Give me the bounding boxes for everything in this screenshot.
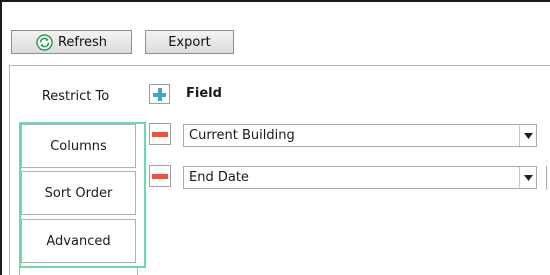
- field-select-1-value: Current Building: [189, 128, 295, 143]
- chevron-down-icon[interactable]: [519, 167, 536, 188]
- next-column-edge: [546, 166, 550, 190]
- refresh-icon: [36, 33, 53, 51]
- chevron-down-icon[interactable]: [519, 125, 536, 146]
- field-select-2-value: End Date: [189, 170, 249, 185]
- field-select-2[interactable]: End Date: [183, 166, 537, 189]
- field-column-header: Field: [186, 86, 222, 101]
- tab-advanced-label: Advanced: [46, 233, 111, 249]
- tab-columns[interactable]: Columns: [21, 124, 136, 168]
- tab-restrict-to-label: Restrict To: [41, 89, 110, 104]
- remove-field-button-1[interactable]: [149, 123, 171, 145]
- export-label: Export: [168, 34, 211, 50]
- add-field-button[interactable]: [149, 84, 170, 104]
- tab-sort-order[interactable]: Sort Order: [21, 171, 136, 215]
- tab-sort-order-label: Sort Order: [44, 185, 113, 201]
- tab-advanced[interactable]: Advanced: [21, 219, 136, 263]
- tab-restrict-to[interactable]: Restrict To: [13, 73, 138, 120]
- remove-field-button-2[interactable]: [149, 165, 171, 187]
- field-select-1[interactable]: Current Building: [183, 124, 537, 147]
- tab-strip-continuation: [19, 268, 138, 275]
- tab-columns-label: Columns: [50, 138, 107, 154]
- export-button[interactable]: Export: [145, 30, 234, 54]
- refresh-button[interactable]: Refresh: [11, 30, 132, 54]
- minus-icon: [152, 132, 168, 137]
- minus-icon: [152, 174, 168, 179]
- refresh-label: Refresh: [57, 34, 108, 50]
